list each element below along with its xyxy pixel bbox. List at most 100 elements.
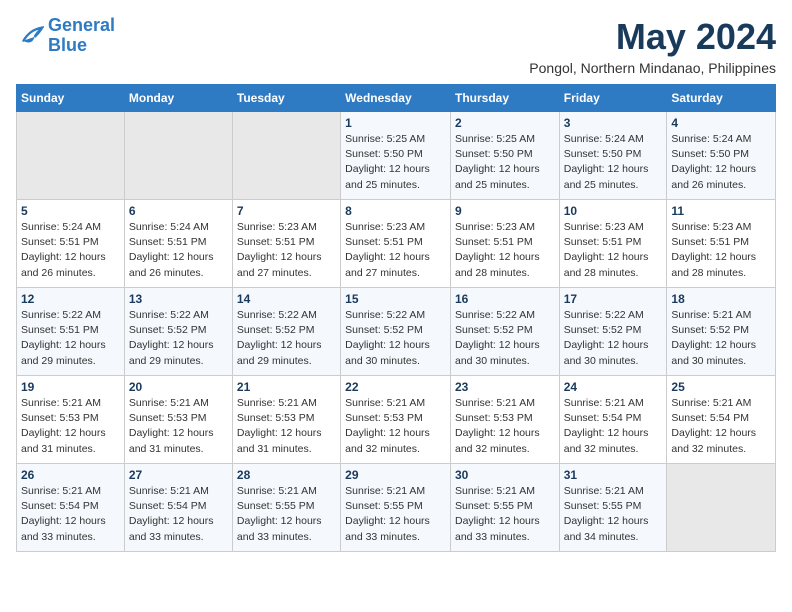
- calendar-cell: 29 Sunrise: 5:21 AMSunset: 5:55 PMDayligh…: [341, 464, 451, 552]
- location: Pongol, Northern Mindanao, Philippines: [529, 60, 776, 76]
- day-number: 27: [129, 468, 228, 482]
- calendar-cell: 5 Sunrise: 5:24 AMSunset: 5:51 PMDaylight…: [17, 200, 125, 288]
- calendar-cell: 31 Sunrise: 5:21 AMSunset: 5:55 PMDayligh…: [559, 464, 667, 552]
- day-number: 22: [345, 380, 446, 394]
- day-info: Sunrise: 5:21 AMSunset: 5:54 PMDaylight:…: [21, 484, 120, 545]
- calendar-week-2: 5 Sunrise: 5:24 AMSunset: 5:51 PMDaylight…: [17, 200, 776, 288]
- day-info: Sunrise: 5:24 AMSunset: 5:51 PMDaylight:…: [129, 220, 228, 281]
- page-header: General Blue May 2024 Pongol, Northern M…: [16, 16, 776, 76]
- day-info: Sunrise: 5:21 AMSunset: 5:55 PMDaylight:…: [345, 484, 446, 545]
- calendar-cell: 24Sunrise: 5:21 AMSunset: 5:54 PMDayligh…: [559, 376, 667, 464]
- calendar-cell: 26 Sunrise: 5:21 AMSunset: 5:54 PMDayligh…: [17, 464, 125, 552]
- day-info: Sunrise: 5:21 AMSunset: 5:53 PMDaylight:…: [237, 396, 336, 457]
- day-info: Sunrise: 5:23 AMSunset: 5:51 PMDaylight:…: [671, 220, 771, 281]
- day-header-wednesday: Wednesday: [341, 85, 451, 112]
- calendar-cell: 25 Sunrise: 5:21 AMSunset: 5:54 PMDayligh…: [667, 376, 776, 464]
- day-info: Sunrise: 5:22 AMSunset: 5:52 PMDaylight:…: [564, 308, 663, 369]
- day-info: Sunrise: 5:24 AMSunset: 5:50 PMDaylight:…: [671, 132, 771, 193]
- calendar-cell: 11Sunrise: 5:23 AMSunset: 5:51 PMDayligh…: [667, 200, 776, 288]
- calendar-week-4: 19 Sunrise: 5:21 AMSunset: 5:53 PMDayligh…: [17, 376, 776, 464]
- day-number: 4: [671, 116, 771, 130]
- day-info: Sunrise: 5:25 AMSunset: 5:50 PMDaylight:…: [345, 132, 446, 193]
- day-info: Sunrise: 5:21 AMSunset: 5:55 PMDaylight:…: [564, 484, 663, 545]
- calendar-cell: 20 Sunrise: 5:21 AMSunset: 5:53 PMDayligh…: [124, 376, 232, 464]
- day-number: 15: [345, 292, 446, 306]
- calendar-cell: 19Sunrise: 5:21 AMSunset: 5:53 PMDayligh…: [17, 376, 125, 464]
- calendar-cell: 6 Sunrise: 5:24 AMSunset: 5:51 PMDaylight…: [124, 200, 232, 288]
- day-number: 26: [21, 468, 120, 482]
- calendar-cell: 30Sunrise: 5:21 AMSunset: 5:55 PMDayligh…: [450, 464, 559, 552]
- calendar-cell: [232, 112, 340, 200]
- day-number: 19: [21, 380, 120, 394]
- days-header-row: SundayMondayTuesdayWednesdayThursdayFrid…: [17, 85, 776, 112]
- calendar-cell: 9 Sunrise: 5:23 AMSunset: 5:51 PMDaylight…: [450, 200, 559, 288]
- day-info: Sunrise: 5:22 AMSunset: 5:52 PMDaylight:…: [455, 308, 555, 369]
- calendar-cell: 13Sunrise: 5:22 AMSunset: 5:52 PMDayligh…: [124, 288, 232, 376]
- day-number: 20: [129, 380, 228, 394]
- day-number: 16: [455, 292, 555, 306]
- day-number: 7: [237, 204, 336, 218]
- day-info: Sunrise: 5:21 AMSunset: 5:54 PMDaylight:…: [671, 396, 771, 457]
- title-block: May 2024 Pongol, Northern Mindanao, Phil…: [529, 16, 776, 76]
- calendar-cell: 16 Sunrise: 5:22 AMSunset: 5:52 PMDayligh…: [450, 288, 559, 376]
- day-info: Sunrise: 5:22 AMSunset: 5:52 PMDaylight:…: [129, 308, 228, 369]
- calendar-week-3: 12 Sunrise: 5:22 AMSunset: 5:51 PMDayligh…: [17, 288, 776, 376]
- day-number: 6: [129, 204, 228, 218]
- day-number: 29: [345, 468, 446, 482]
- calendar-week-1: 1Sunrise: 5:25 AMSunset: 5:50 PMDaylight…: [17, 112, 776, 200]
- day-number: 21: [237, 380, 336, 394]
- calendar-cell: 7 Sunrise: 5:23 AMSunset: 5:51 PMDaylight…: [232, 200, 340, 288]
- day-info: Sunrise: 5:25 AMSunset: 5:50 PMDaylight:…: [455, 132, 555, 193]
- day-header-monday: Monday: [124, 85, 232, 112]
- day-number: 5: [21, 204, 120, 218]
- day-header-friday: Friday: [559, 85, 667, 112]
- day-info: Sunrise: 5:21 AMSunset: 5:53 PMDaylight:…: [455, 396, 555, 457]
- day-number: 8: [345, 204, 446, 218]
- day-number: 3: [564, 116, 663, 130]
- day-info: Sunrise: 5:21 AMSunset: 5:54 PMDaylight:…: [129, 484, 228, 545]
- day-number: 23: [455, 380, 555, 394]
- day-number: 12: [21, 292, 120, 306]
- day-number: 31: [564, 468, 663, 482]
- day-number: 28: [237, 468, 336, 482]
- calendar-table: SundayMondayTuesdayWednesdayThursdayFrid…: [16, 84, 776, 552]
- logo-text: General Blue: [48, 16, 115, 56]
- day-info: Sunrise: 5:24 AMSunset: 5:51 PMDaylight:…: [21, 220, 120, 281]
- day-info: Sunrise: 5:22 AMSunset: 5:51 PMDaylight:…: [21, 308, 120, 369]
- day-info: Sunrise: 5:23 AMSunset: 5:51 PMDaylight:…: [237, 220, 336, 281]
- day-number: 24: [564, 380, 663, 394]
- day-info: Sunrise: 5:21 AMSunset: 5:55 PMDaylight:…: [237, 484, 336, 545]
- day-number: 9: [455, 204, 555, 218]
- calendar-cell: [17, 112, 125, 200]
- calendar-cell: 10Sunrise: 5:23 AMSunset: 5:51 PMDayligh…: [559, 200, 667, 288]
- day-info: Sunrise: 5:21 AMSunset: 5:53 PMDaylight:…: [345, 396, 446, 457]
- day-info: Sunrise: 5:22 AMSunset: 5:52 PMDaylight:…: [345, 308, 446, 369]
- day-number: 17: [564, 292, 663, 306]
- day-info: Sunrise: 5:23 AMSunset: 5:51 PMDaylight:…: [455, 220, 555, 281]
- day-number: 18: [671, 292, 771, 306]
- calendar-cell: 22 Sunrise: 5:21 AMSunset: 5:53 PMDayligh…: [341, 376, 451, 464]
- calendar-cell: 3Sunrise: 5:24 AMSunset: 5:50 PMDaylight…: [559, 112, 667, 200]
- calendar-cell: 14Sunrise: 5:22 AMSunset: 5:52 PMDayligh…: [232, 288, 340, 376]
- calendar-cell: 1Sunrise: 5:25 AMSunset: 5:50 PMDaylight…: [341, 112, 451, 200]
- calendar-cell: 28 Sunrise: 5:21 AMSunset: 5:55 PMDayligh…: [232, 464, 340, 552]
- calendar-cell: 18 Sunrise: 5:21 AMSunset: 5:52 PMDayligh…: [667, 288, 776, 376]
- day-info: Sunrise: 5:21 AMSunset: 5:52 PMDaylight:…: [671, 308, 771, 369]
- calendar-week-5: 26 Sunrise: 5:21 AMSunset: 5:54 PMDayligh…: [17, 464, 776, 552]
- day-header-tuesday: Tuesday: [232, 85, 340, 112]
- day-number: 14: [237, 292, 336, 306]
- day-info: Sunrise: 5:23 AMSunset: 5:51 PMDaylight:…: [345, 220, 446, 281]
- day-header-thursday: Thursday: [450, 85, 559, 112]
- month-title: May 2024: [529, 16, 776, 58]
- calendar-cell: [124, 112, 232, 200]
- calendar-cell: 17 Sunrise: 5:22 AMSunset: 5:52 PMDayligh…: [559, 288, 667, 376]
- calendar-cell: 4 Sunrise: 5:24 AMSunset: 5:50 PMDaylight…: [667, 112, 776, 200]
- day-header-sunday: Sunday: [17, 85, 125, 112]
- day-number: 2: [455, 116, 555, 130]
- day-number: 30: [455, 468, 555, 482]
- calendar-cell: 27 Sunrise: 5:21 AMSunset: 5:54 PMDayligh…: [124, 464, 232, 552]
- calendar-cell: 15 Sunrise: 5:22 AMSunset: 5:52 PMDayligh…: [341, 288, 451, 376]
- day-number: 25: [671, 380, 771, 394]
- day-info: Sunrise: 5:21 AMSunset: 5:53 PMDaylight:…: [129, 396, 228, 457]
- calendar-cell: 12 Sunrise: 5:22 AMSunset: 5:51 PMDayligh…: [17, 288, 125, 376]
